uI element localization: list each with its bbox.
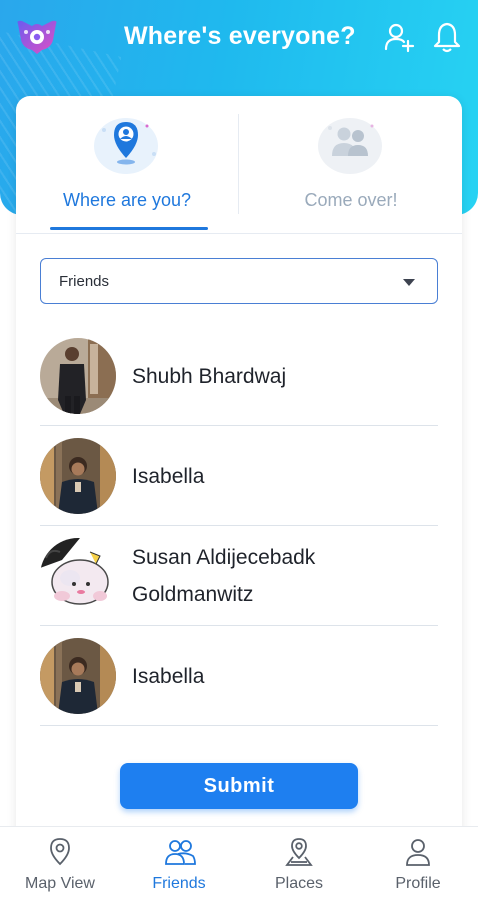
group-select-dropdown[interactable]: Friends — [40, 258, 438, 304]
page-title: Where's everyone? — [124, 22, 356, 50]
nav-item-profile[interactable]: Profile — [358, 827, 478, 900]
tab-bar: Where are you? Come over! — [16, 96, 462, 234]
active-tab-indicator — [50, 227, 208, 230]
avatar — [40, 438, 116, 514]
nav-item-friends[interactable]: Friends — [119, 827, 239, 900]
bottom-navigation: Map View Friends Places Profile — [0, 826, 478, 900]
list-item[interactable]: Susan Aldijecebadk Goldmanwitz — [40, 526, 438, 626]
nav-item-map-view[interactable]: Map View — [0, 827, 120, 900]
nav-label-profile: Profile — [395, 875, 441, 892]
submit-button[interactable]: Submit — [120, 763, 358, 809]
friend-name: Isabella — [132, 464, 205, 488]
app-logo — [14, 18, 60, 56]
friend-name: Isabella — [132, 664, 205, 688]
avatar — [40, 638, 116, 714]
profile-icon — [403, 837, 433, 867]
list-item[interactable]: Shubh Bhardwaj — [40, 326, 438, 426]
nav-label-places: Places — [274, 875, 324, 892]
tab-label-where-are-you: Where are you? — [62, 190, 192, 210]
friend-name: Shubh Bhardwaj — [132, 364, 287, 388]
friends-icon — [164, 837, 196, 867]
nav-label-map-view: Map View — [25, 875, 95, 892]
chevron-down-icon — [403, 279, 415, 286]
tab-come-over[interactable]: Come over! — [240, 96, 462, 234]
nav-label-friends: Friends — [152, 875, 206, 892]
list-item[interactable]: Isabella — [40, 626, 438, 726]
add-user-icon[interactable] — [382, 20, 416, 54]
main-card: Where are you? Come over! Friends Shubh … — [16, 96, 462, 856]
avatar — [40, 338, 116, 414]
tab-where-are-you[interactable]: Where are you? — [16, 96, 238, 234]
friends-list: Shubh Bhardwaj Isabella Susan Aldijeceba… — [40, 326, 438, 726]
bell-icon[interactable] — [430, 20, 464, 54]
app-header: Where's everyone? — [0, 0, 478, 76]
location-pin-icon — [92, 114, 162, 178]
avatar — [40, 538, 116, 614]
list-item[interactable]: Isabella — [40, 426, 438, 526]
nav-item-places[interactable]: Places — [239, 827, 359, 900]
tab-divider — [238, 114, 239, 214]
friend-name: Susan Aldijecebadk Goldmanwitz — [132, 546, 316, 606]
group-icon — [316, 114, 386, 178]
tab-label-come-over: Come over! — [304, 190, 398, 210]
map-pin-icon — [45, 837, 75, 867]
dropdown-selected-value: Friends — [59, 273, 110, 290]
places-icon — [284, 837, 314, 867]
